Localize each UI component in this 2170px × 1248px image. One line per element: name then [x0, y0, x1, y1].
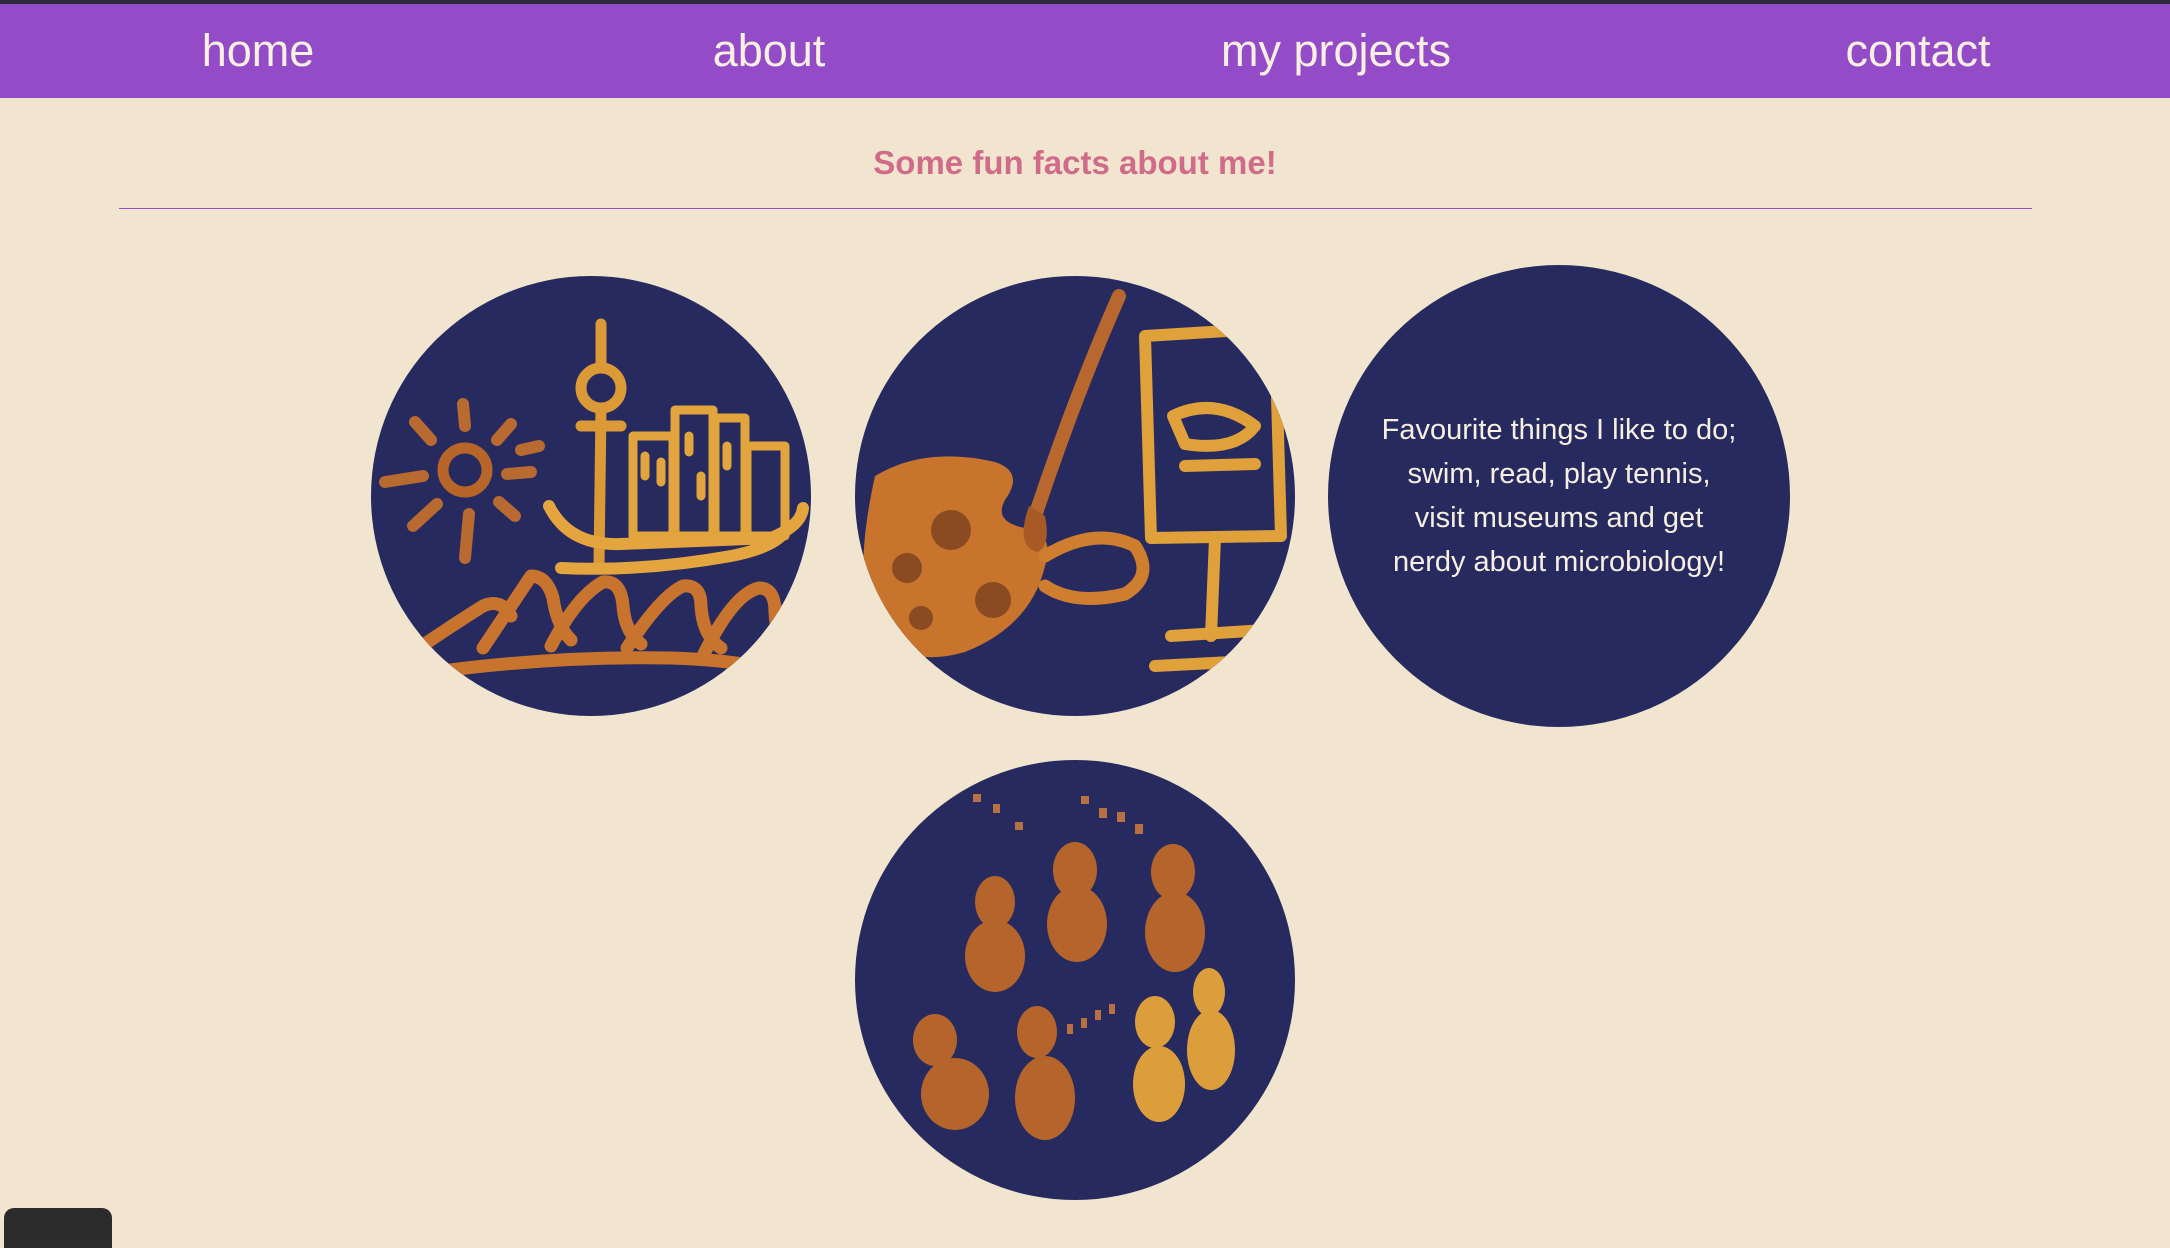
fact-image-painting[interactable] — [855, 276, 1295, 716]
peanuts-icon — [913, 794, 1235, 1140]
fact-text: Favourite things I like to do; swim, rea… — [1381, 414, 1737, 578]
nav-my-projects-link[interactable]: my projects — [1221, 4, 1451, 98]
top-navigation: home about my projects contact — [0, 4, 2170, 98]
fact-circle-favourite-things: Favourite things I like to do; swim, rea… — [1328, 265, 1790, 727]
city-skyline-icon — [379, 318, 809, 681]
painting-easel-icon — [863, 289, 1287, 672]
bottom-left-widget[interactable] — [4, 1208, 112, 1248]
fact-image-microbes[interactable] — [855, 760, 1295, 1200]
fact-image-city[interactable] — [371, 276, 811, 716]
section-heading: Some fun facts about me! — [873, 144, 1277, 181]
section-divider — [119, 208, 2032, 209]
nav-contact-link[interactable]: contact — [1845, 4, 1990, 98]
nav-home-link[interactable]: home — [202, 4, 315, 98]
nav-about-link[interactable]: about — [713, 4, 826, 98]
